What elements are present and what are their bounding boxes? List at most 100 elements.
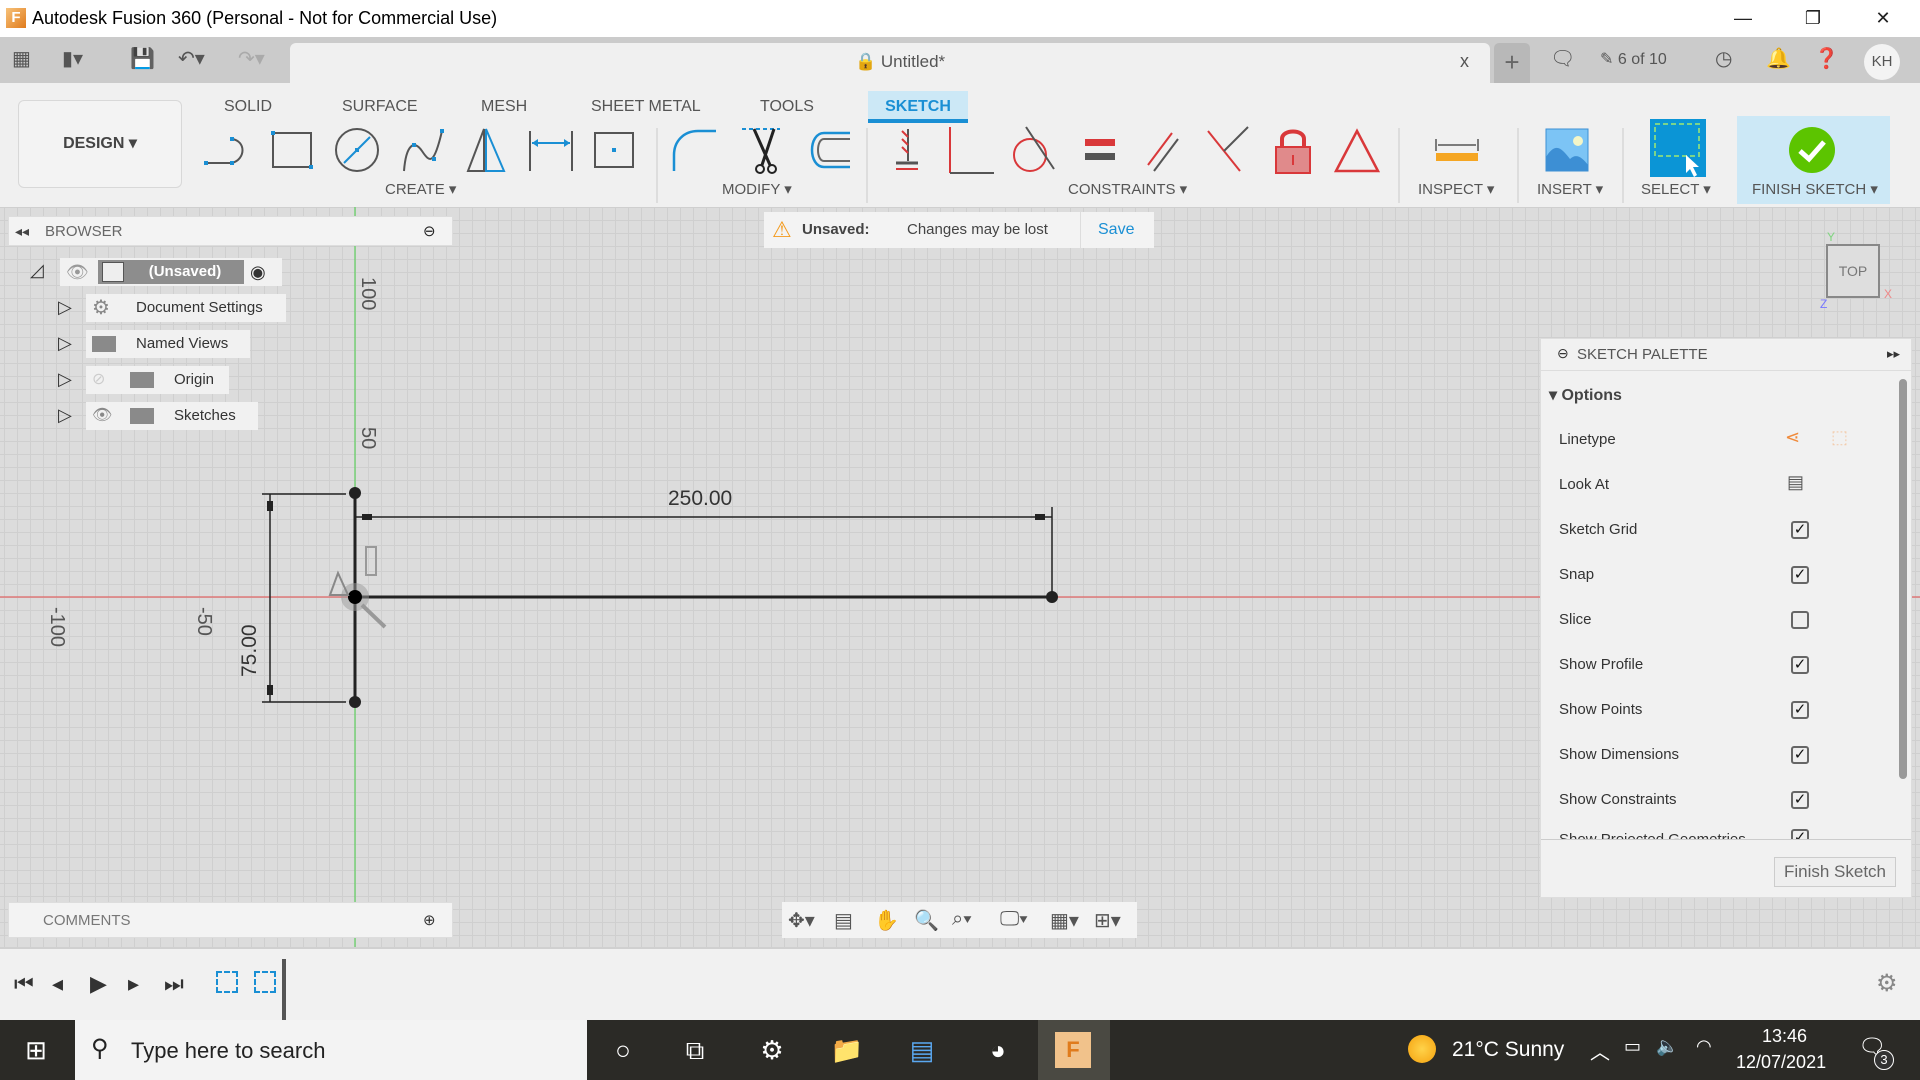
job-status[interactable]: ✎ 6 of 10 <box>1600 49 1667 69</box>
point-tool-icon[interactable] <box>590 125 640 175</box>
clock-icon[interactable]: ◷ <box>1715 46 1732 71</box>
comments-panel[interactable]: COMMENTS ⊕ <box>8 902 453 938</box>
browser-item-document-settings[interactable]: ⚙ Document Settings <box>86 294 286 322</box>
grid-settings-icon[interactable]: ▦▾ <box>1050 908 1079 933</box>
symmetry-constraint-icon[interactable] <box>1332 125 1382 175</box>
viewcube[interactable]: TOP <box>1826 244 1880 298</box>
clock-date[interactable]: 12/07/2021 <box>1736 1052 1826 1073</box>
inspect-group-label[interactable]: INSPECT ▾ <box>1418 180 1494 198</box>
chrome-icon[interactable]: ◕ <box>978 1034 1018 1066</box>
step-back-icon[interactable]: ◂ <box>52 971 63 997</box>
file-explorer-icon[interactable]: 📁 <box>827 1034 867 1066</box>
orbit-icon[interactable]: ✥▾ <box>788 908 815 933</box>
close-window-button[interactable]: ✕ <box>1860 4 1906 32</box>
timeline-sketch-feature[interactable] <box>254 971 276 993</box>
insert-image-icon[interactable] <box>1542 125 1592 175</box>
finish-sketch-button[interactable]: FINISH SKETCH ▾ <box>1737 116 1890 204</box>
perpendicular-constraint-icon[interactable] <box>946 125 996 175</box>
clock-time[interactable]: 13:46 <box>1762 1026 1807 1047</box>
data-panel-grid-icon[interactable]: ▦ <box>12 47 31 71</box>
expand-named-views-icon[interactable]: ▷ <box>58 333 76 355</box>
construction-linetype-icon[interactable]: ⋖ <box>1785 427 1800 448</box>
tab-solid[interactable]: SOLID <box>210 91 286 123</box>
show-hidden-icons-chevron[interactable]: ︿ <box>1590 1036 1610 1065</box>
minimize-button[interactable]: — <box>1720 4 1766 32</box>
tab-tools[interactable]: TOOLS <box>746 91 828 123</box>
circle-tool-icon[interactable] <box>332 125 382 175</box>
user-avatar[interactable]: KH <box>1864 44 1900 80</box>
redo-icon[interactable]: ↷▾ <box>238 47 265 71</box>
measure-ruler-icon[interactable] <box>1432 125 1482 175</box>
sketch-grid-checkbox[interactable]: ✓ <box>1791 521 1809 539</box>
windows-start-icon[interactable]: ⊞ <box>16 1034 56 1066</box>
timeline-marker[interactable] <box>282 959 286 1021</box>
show-dimensions-checkbox[interactable]: ✓ <box>1791 746 1809 764</box>
snap-checkbox[interactable]: ✓ <box>1791 566 1809 584</box>
volume-icon[interactable]: 🔈 <box>1656 1036 1678 1057</box>
spline-tool-icon[interactable] <box>398 125 448 175</box>
tab-sketch[interactable]: SKETCH <box>868 91 968 123</box>
browser-root-item[interactable]: 👁 (Unsaved) ◉ <box>60 258 282 286</box>
tab-mesh[interactable]: MESH <box>467 91 541 123</box>
close-tab-button[interactable]: x <box>1460 51 1469 72</box>
zoom-icon[interactable]: 🔍 <box>914 908 939 933</box>
tangent-constraint-icon[interactable] <box>1008 125 1058 175</box>
show-constraints-checkbox[interactable]: ✓ <box>1791 791 1809 809</box>
save-link[interactable]: Save <box>1098 212 1134 248</box>
height-dimension-value[interactable]: 75.00 <box>238 624 262 677</box>
palette-expand-icon[interactable]: ▸▸ <box>1887 346 1900 362</box>
mirror-tool-icon[interactable] <box>462 125 512 175</box>
wifi-icon[interactable]: ◠ <box>1696 1036 1712 1057</box>
weather-text[interactable]: 21°C Sunny <box>1452 1038 1564 1062</box>
options-section-toggle[interactable]: ▾ Options <box>1549 385 1622 405</box>
browser-panel-header[interactable]: ◂◂ BROWSER ⊖ <box>8 216 453 246</box>
undo-icon[interactable]: ↶▾ <box>178 47 205 71</box>
help-icon[interactable]: ❓ <box>1814 46 1839 71</box>
show-projected-geometries-checkbox[interactable]: ✓ <box>1791 829 1809 839</box>
expand-sketches-icon[interactable]: ▷ <box>58 405 76 427</box>
document-tab[interactable]: 🔒 Untitled* x <box>290 43 1490 83</box>
select-group-label[interactable]: SELECT ▾ <box>1641 180 1711 198</box>
go-to-end-icon[interactable]: ⏭ <box>164 971 184 997</box>
visibility-eye-icon[interactable]: 👁 <box>92 402 112 430</box>
browser-item-named-views[interactable]: Named Views <box>86 330 250 358</box>
battery-icon[interactable]: ▭ <box>1624 1036 1641 1057</box>
fit-icon[interactable]: ⌕▾ <box>952 908 972 931</box>
equal-constraint-icon[interactable] <box>1075 125 1125 175</box>
file-menu-icon[interactable]: ▮▾ <box>62 47 83 71</box>
slice-checkbox[interactable] <box>1791 611 1809 629</box>
offset-tool-icon[interactable] <box>802 125 852 175</box>
expand-origin-icon[interactable]: ▷ <box>58 369 76 391</box>
restore-button[interactable]: ❐ <box>1790 4 1836 32</box>
look-at-icon[interactable]: ▤ <box>1787 472 1804 493</box>
settings-gear-icon[interactable]: ⚙ <box>752 1034 792 1066</box>
go-to-start-icon[interactable]: ⏮ <box>14 971 34 997</box>
width-dimension-value[interactable]: 250.00 <box>668 487 732 511</box>
trim-scissors-icon[interactable] <box>740 125 790 175</box>
add-comment-icon[interactable]: ⊕ <box>423 911 436 929</box>
parallel-constraint-icon[interactable] <box>1138 125 1188 175</box>
dimension-tool-icon[interactable] <box>526 125 576 175</box>
rectangle-tool-icon[interactable] <box>268 125 318 175</box>
activate-radio-icon[interactable]: ◉ <box>250 258 266 286</box>
step-forward-icon[interactable]: ▸ <box>128 971 139 997</box>
save-icon[interactable]: 💾 <box>130 47 155 71</box>
tab-surface[interactable]: SURFACE <box>328 91 432 123</box>
line-tool-icon[interactable] <box>202 125 252 175</box>
coincident-constraint-icon[interactable] <box>1202 125 1252 175</box>
display-settings-icon[interactable]: 🖵▾ <box>1000 908 1028 931</box>
look-at-nav-icon[interactable]: ▤ <box>834 908 853 933</box>
task-view-icon[interactable]: ⧉ <box>675 1034 715 1066</box>
modify-group-label[interactable]: MODIFY ▾ <box>722 180 792 198</box>
fillet-tool-icon[interactable] <box>670 125 720 175</box>
palette-scrollbar[interactable] <box>1899 379 1907 779</box>
constraints-group-label[interactable]: CONSTRAINTS ▾ <box>1068 180 1187 198</box>
workspace-switcher[interactable]: DESIGN ▾ <box>18 100 182 188</box>
palette-header[interactable]: ⊖ SKETCH PALETTE ▸▸ <box>1541 339 1911 371</box>
show-points-checkbox[interactable]: ✓ <box>1791 701 1809 719</box>
timeline-settings-gear-icon[interactable]: ⚙ <box>1876 969 1898 998</box>
create-group-label[interactable]: CREATE ▾ <box>385 180 456 198</box>
cortana-icon[interactable]: ○ <box>603 1034 643 1066</box>
show-profile-checkbox[interactable]: ✓ <box>1791 656 1809 674</box>
play-icon[interactable]: ▶ <box>90 971 107 997</box>
